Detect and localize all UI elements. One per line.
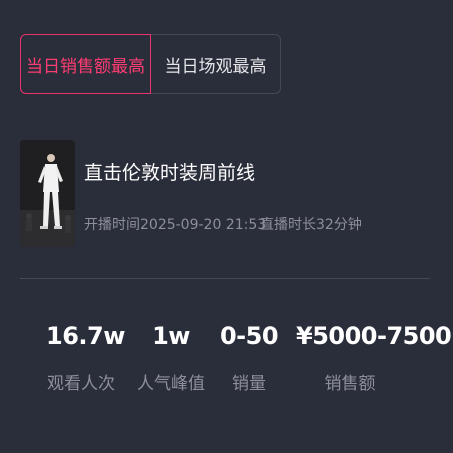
live-session-card[interactable]: 直击伦敦时装周前线 开播时间2025-09-20 21:53 直播时长32分钟 [20, 140, 440, 250]
stat-value: 16.7w [46, 322, 125, 350]
live-title: 直击伦敦时装周前线 [84, 162, 256, 184]
model-figure-icon [20, 140, 75, 247]
stat-sales-amount: ¥5000-7500 销售额 [296, 322, 452, 394]
section-divider [20, 278, 430, 279]
stat-label: 人气峰值 [137, 374, 205, 394]
live-thumbnail [20, 140, 75, 247]
tab-top-sales[interactable]: 当日销售额最高 [20, 34, 151, 94]
tab-top-views[interactable]: 当日场观最高 [151, 34, 281, 94]
stat-peak-popularity: 1w 人气峰值 [136, 322, 206, 394]
stat-label: 销量 [232, 374, 266, 394]
stat-label: 销售额 [324, 374, 376, 394]
ranking-tabs: 当日销售额最高 当日场观最高 [20, 34, 281, 94]
stat-sales-volume: 0-50 销量 [219, 322, 279, 394]
live-duration: 直播时长32分钟 [260, 217, 362, 233]
live-start-time: 开播时间2025-09-20 21:53 [84, 217, 267, 233]
stat-label: 观看人次 [47, 374, 115, 394]
stat-value: 0-50 [219, 322, 279, 350]
stat-value: 1w [152, 322, 190, 350]
stat-views: 16.7w 观看人次 [46, 322, 125, 394]
stat-value: ¥5000-7500 [296, 322, 452, 350]
